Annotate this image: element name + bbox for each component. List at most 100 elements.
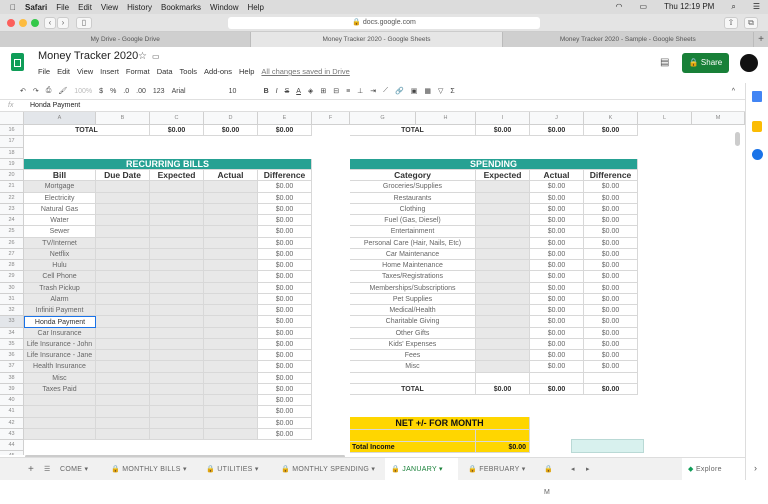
row-header[interactable]: 26 — [0, 237, 24, 249]
total-value[interactable]: $0.00 — [150, 125, 204, 137]
spending-difference-cell[interactable]: $0.00 — [584, 338, 638, 350]
bill-input-cell[interactable] — [204, 417, 258, 429]
bill-input-cell[interactable] — [150, 237, 204, 249]
spending-difference-cell[interactable]: $0.00 — [584, 203, 638, 215]
bill-name-cell[interactable]: Natural Gas — [24, 203, 96, 215]
spending-category-cell[interactable]: Fuel (Gas, Diesel) — [350, 215, 476, 227]
spending-expected-cell[interactable] — [476, 338, 530, 350]
spending-actual-cell[interactable]: $0.00 — [530, 293, 584, 305]
share-icon[interactable]: ⇧ — [724, 17, 738, 29]
bill-input-cell[interactable] — [96, 383, 150, 395]
bill-input-cell[interactable] — [96, 417, 150, 429]
bill-input-cell[interactable] — [204, 260, 258, 272]
column-header[interactable]: K — [584, 112, 638, 125]
tasks-icon[interactable] — [752, 149, 763, 160]
spending-category-cell[interactable]: Entertainment — [350, 226, 476, 238]
bill-difference-cell[interactable]: $0.00 — [258, 305, 312, 317]
fill-color-icon[interactable]: ◈ — [308, 87, 313, 95]
bill-name-cell[interactable]: Trash Pickup — [24, 282, 96, 294]
spending-expected-cell[interactable] — [476, 305, 530, 317]
browser-tab[interactable]: My Drive - Google Drive — [0, 32, 252, 47]
new-tab-icon[interactable]: + — [754, 32, 768, 47]
sheet-tab[interactable]: 🔒 UTILITIES ▾ — [200, 458, 265, 481]
column-header[interactable]: M — [692, 112, 745, 125]
spending-category-cell[interactable]: Clothing — [350, 203, 476, 215]
bill-input-cell[interactable] — [150, 428, 204, 440]
spending-category-cell[interactable]: Medical/Health — [350, 305, 476, 317]
bill-input-cell[interactable] — [150, 181, 204, 193]
spending-category-cell[interactable]: Charitable Giving — [350, 316, 476, 328]
spending-expected-cell[interactable] — [476, 316, 530, 328]
row-header[interactable]: 35 — [0, 338, 24, 350]
star-icon[interactable]: ☆ — [138, 51, 147, 62]
sheet-tab[interactable]: 🔒 MONTHLY BILLS ▾ — [105, 458, 193, 481]
align-icon[interactable]: ≡ — [346, 88, 350, 95]
increase-decimal-button[interactable]: .00 — [136, 88, 146, 95]
bill-name-cell[interactable]: Taxes Paid — [24, 383, 96, 395]
bill-input-cell[interactable] — [150, 327, 204, 339]
total-income-value[interactable]: $0.00 — [476, 441, 530, 453]
bill-input-cell[interactable] — [150, 293, 204, 305]
bill-name-cell[interactable]: Health Insurance — [24, 361, 96, 373]
bill-input-cell[interactable] — [96, 181, 150, 193]
bill-difference-cell[interactable]: $0.00 — [258, 350, 312, 362]
bill-difference-cell[interactable]: $0.00 — [258, 383, 312, 395]
print-icon[interactable]: ⎙ — [46, 87, 52, 95]
net-empty-cell[interactable] — [476, 430, 530, 442]
explore-button[interactable]: ◆ Explore — [682, 458, 745, 481]
folder-icon[interactable]: ▭ — [152, 52, 160, 61]
total-value[interactable]: $0.00 — [258, 125, 312, 137]
spending-expected-cell[interactable] — [476, 237, 530, 249]
bill-input-cell[interactable] — [150, 271, 204, 283]
spending-expected-cell[interactable] — [476, 293, 530, 305]
bill-input-cell[interactable] — [150, 215, 204, 227]
spending-category-cell[interactable]: Other Gifts — [350, 327, 476, 339]
bill-input-cell[interactable] — [150, 350, 204, 362]
column-header[interactable]: F — [312, 112, 350, 125]
wrap-icon[interactable]: ⇥ — [370, 87, 376, 95]
spending-expected-cell[interactable] — [476, 361, 530, 373]
bill-input-cell[interactable] — [204, 215, 258, 227]
bill-name-cell[interactable]: Alarm — [24, 293, 96, 305]
spending-actual-cell[interactable]: $0.00 — [530, 338, 584, 350]
bill-input-cell[interactable] — [96, 248, 150, 260]
column-header[interactable]: J — [530, 112, 584, 125]
select-all-corner[interactable] — [0, 112, 24, 125]
sheet-tab-active[interactable]: 🔒 JANUARY ▾ — [385, 458, 458, 481]
spending-actual-cell[interactable]: $0.00 — [530, 271, 584, 283]
total-value[interactable]: $0.00 — [584, 125, 638, 137]
row-header[interactable]: 29 — [0, 271, 24, 283]
bill-input-cell[interactable] — [204, 338, 258, 350]
menu-view[interactable]: View — [77, 67, 93, 76]
spending-actual-cell[interactable]: $0.00 — [530, 181, 584, 193]
bill-name-cell[interactable] — [24, 406, 96, 418]
column-header[interactable]: A — [24, 112, 96, 125]
save-status[interactable]: All changes saved in Drive — [261, 67, 349, 76]
sheet-tab[interactable]: 🔒 M — [538, 458, 563, 496]
bill-name-cell[interactable]: Misc — [24, 372, 96, 384]
calendar-icon[interactable] — [752, 91, 762, 102]
zoom-select[interactable]: 100% — [74, 88, 92, 95]
clock[interactable]: Thu 12:19 PM — [664, 2, 714, 12]
menu-addons[interactable]: Add-ons — [204, 67, 232, 76]
row-header[interactable]: 27 — [0, 248, 24, 260]
empty-cell[interactable] — [476, 372, 530, 384]
spending-difference-cell[interactable]: $0.00 — [584, 248, 638, 260]
row-header[interactable]: 38 — [0, 372, 24, 384]
row-header[interactable]: 45 — [0, 451, 24, 455]
app-menu[interactable]: Safari — [25, 3, 47, 12]
spending-category-cell[interactable]: Taxes/Registrations — [350, 271, 476, 283]
rotate-icon[interactable]: ⟋ — [383, 87, 388, 95]
menu-data[interactable]: Data — [157, 67, 173, 76]
bill-input-cell[interactable] — [204, 316, 258, 328]
bill-input-cell[interactable] — [96, 428, 150, 440]
spending-expected-cell[interactable] — [476, 181, 530, 193]
spending-difference-cell[interactable]: $0.00 — [584, 226, 638, 238]
back-button[interactable]: ‹ — [44, 17, 56, 29]
spending-actual-cell[interactable]: $0.00 — [530, 350, 584, 362]
bill-name-cell[interactable]: Cell Phone — [24, 271, 96, 283]
total-label[interactable]: TOTAL — [24, 125, 150, 137]
spending-expected-cell[interactable] — [476, 271, 530, 283]
spending-expected-cell[interactable] — [476, 248, 530, 260]
bill-input-cell[interactable] — [150, 305, 204, 317]
